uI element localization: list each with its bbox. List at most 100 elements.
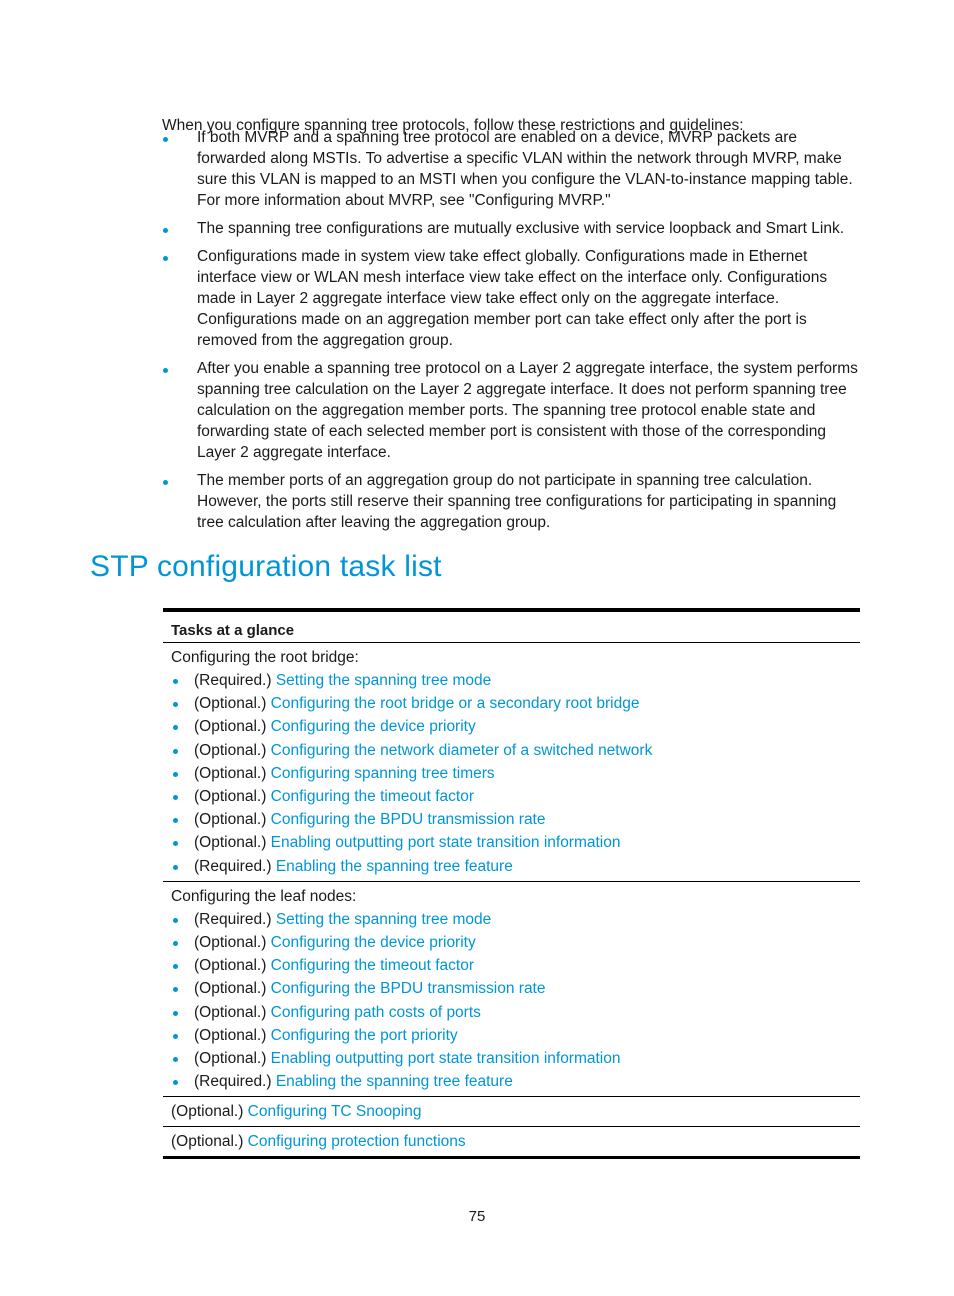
bullet-icon [173,748,178,754]
guideline-text: The spanning tree configurations are mut… [197,220,845,237]
guideline-item: Configurations made in system view take … [162,246,867,351]
task-item: (Optional.) Configuring the network diam… [171,739,852,762]
bullet-icon [173,1057,178,1063]
task-item: (Required.) Setting the spanning tree mo… [171,908,852,931]
bullet-icon [173,1033,178,1039]
task-item: (Optional.) Configuring the BPDU transmi… [171,808,852,831]
guideline-text: If both MVRP and a spanning tree protoco… [197,129,853,209]
root-bridge-task-list: (Required.) Setting the spanning tree mo… [171,669,852,878]
bullet-icon [173,725,178,731]
task-link[interactable]: Enabling outputting port state transitio… [271,834,621,851]
task-link[interactable]: Configuring the BPDU transmission rate [271,980,546,997]
leaf-nodes-row: Configuring the leaf nodes: (Required.) … [163,882,860,1097]
guideline-item: The spanning tree configurations are mut… [162,218,867,239]
task-requirement: (Optional.) [194,934,271,952]
task-link[interactable]: Configuring the timeout factor [271,957,474,974]
task-link[interactable]: Enabling the spanning tree feature [276,1073,513,1090]
tasks-table: Tasks at a glance Configuring the root b… [163,608,860,1160]
task-requirement: (Optional.) [194,718,271,736]
bullet-icon [173,679,178,684]
task-link[interactable]: Enabling outputting port state transitio… [271,1050,621,1067]
task-requirement: (Optional.) [171,1103,248,1121]
task-requirement: (Required.) [194,910,276,928]
task-requirement: (Optional.) [194,788,271,806]
guideline-text: After you enable a spanning tree protoco… [197,360,858,461]
task-link[interactable]: Configuring the port priority [271,1027,458,1044]
bullet-icon [173,1010,178,1016]
task-item: (Optional.) Configuring the root bridge … [171,692,852,715]
task-requirement: (Required.) [194,1073,276,1091]
table-bottom-rule [163,1156,860,1160]
task-link[interactable]: Configuring path costs of ports [271,1004,481,1021]
task-item: (Required.) Setting the spanning tree mo… [171,669,852,692]
bullet-icon [173,841,178,847]
task-requirement: (Required.) [194,857,276,875]
task-item: (Optional.) Enabling outputting port sta… [171,1047,852,1070]
bullet-icon [163,228,168,233]
task-link[interactable]: Configuring spanning tree timers [271,765,495,782]
task-requirement: (Optional.) [194,764,271,782]
task-item: (Optional.) Configuring the timeout fact… [171,785,852,808]
task-item: (Optional.) Configuring the port priorit… [171,1024,852,1047]
guidelines-list: If both MVRP and a spanning tree protoco… [162,127,867,540]
task-item: (Optional.) Enabling outputting port sta… [171,831,852,854]
task-item: (Optional.) Configuring the device prior… [171,931,852,954]
task-link[interactable]: Configuring the root bridge or a seconda… [271,695,640,712]
bullet-icon [173,941,178,947]
root-bridge-heading: Configuring the root bridge: [171,649,359,666]
task-link[interactable]: Configuring the BPDU transmission rate [271,811,546,828]
guideline-text: The member ports of an aggregation group… [197,472,837,531]
task-link[interactable]: Configuring the device priority [271,934,476,951]
root-bridge-row: Configuring the root bridge: (Required.)… [163,643,860,881]
task-requirement: (Optional.) [194,957,271,975]
guideline-item: The member ports of an aggregation group… [162,470,867,533]
bullet-icon [173,864,178,870]
task-item: (Optional.) Configuring the BPDU transmi… [171,977,852,1000]
bullet-icon [173,964,178,970]
section-title: STP configuration task list [90,550,442,583]
guideline-text: Configurations made in system view take … [197,248,828,349]
tc-snooping-link[interactable]: Configuring TC Snooping [248,1103,422,1120]
task-requirement: (Optional.) [194,811,271,829]
guideline-item: If both MVRP and a spanning tree protoco… [162,127,867,211]
tc-snooping-row: (Optional.) Configuring TC Snooping [163,1097,860,1126]
bullet-icon [173,917,178,923]
bullet-icon [173,771,178,777]
task-item: (Optional.) Configuring the device prior… [171,715,852,738]
task-link[interactable]: Enabling the spanning tree feature [276,858,513,875]
task-link[interactable]: Setting the spanning tree mode [276,672,491,689]
bullet-icon [173,1080,178,1086]
protection-row: (Optional.) Configuring protection funct… [163,1127,860,1156]
page-number: 75 [468,1208,486,1225]
task-item: (Required.) Enabling the spanning tree f… [171,1070,852,1093]
leaf-nodes-task-list: (Required.) Setting the spanning tree mo… [171,908,852,1094]
leaf-nodes-heading: Configuring the leaf nodes: [171,887,357,905]
bullet-icon [173,795,178,801]
task-requirement: (Optional.) [194,1026,271,1044]
task-item: (Optional.) Configuring the timeout fact… [171,954,852,977]
task-requirement: (Required.) [194,672,276,689]
task-requirement: (Optional.) [194,1003,271,1021]
task-link[interactable]: Configuring the device priority [271,718,476,735]
task-link[interactable]: Configuring the network diameter of a sw… [271,742,653,759]
bullet-icon [173,702,178,708]
task-item: (Required.) Enabling the spanning tree f… [171,855,852,878]
task-requirement: (Optional.) [194,695,271,713]
task-requirement: (Optional.) [194,980,271,998]
bullet-icon [163,137,168,142]
bullet-icon [163,368,168,373]
task-link[interactable]: Configuring the timeout factor [271,788,474,805]
task-requirement: (Optional.) [194,834,271,852]
protection-functions-link[interactable]: Configuring protection functions [248,1133,466,1150]
bullet-icon [163,256,168,261]
task-requirement: (Optional.) [194,1050,271,1068]
task-item: (Optional.) Configuring path costs of po… [171,1001,852,1024]
bullet-icon [173,987,178,993]
bullet-icon [173,818,178,824]
guideline-item: After you enable a spanning tree protoco… [162,358,867,463]
task-requirement: (Optional.) [171,1133,248,1151]
task-item: (Optional.) Configuring spanning tree ti… [171,762,852,785]
task-link[interactable]: Setting the spanning tree mode [276,911,491,928]
task-requirement: (Optional.) [194,741,271,759]
bullet-icon [163,480,168,485]
